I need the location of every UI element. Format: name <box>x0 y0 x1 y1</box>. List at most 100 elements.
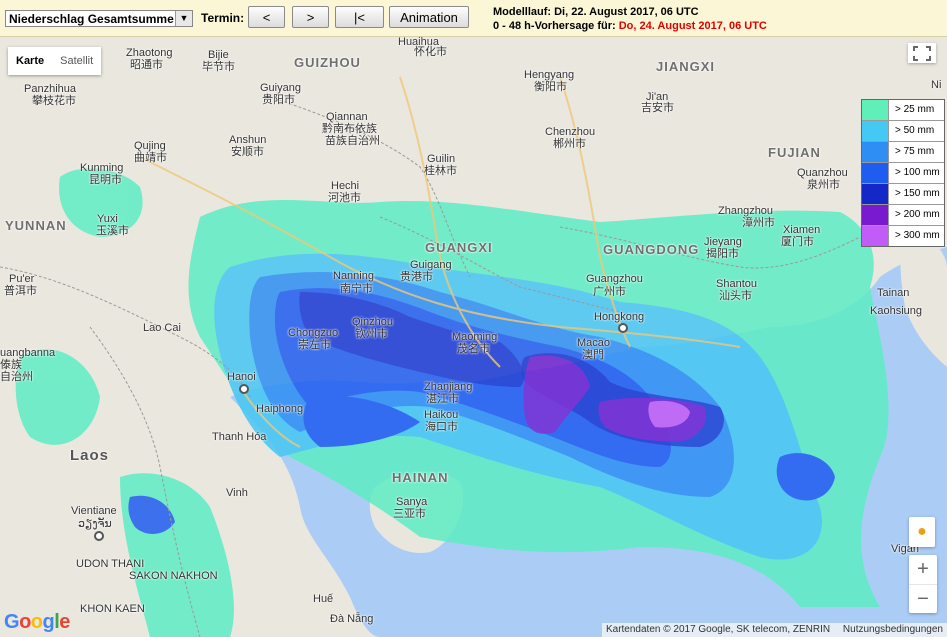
label-jiangxi: JIANGXI <box>656 59 716 74</box>
label-haikou: Haikou <box>424 409 459 421</box>
first-time-button[interactable]: |< <box>335 6 384 28</box>
label-jieyang-cn: 揭阳市 <box>706 248 739 260</box>
legend-label: > 50 mm <box>895 125 935 136</box>
legend-swatch <box>862 121 889 141</box>
label-guiyang-cn: 贵阳市 <box>262 94 295 106</box>
label-vinh: Vinh <box>226 487 248 499</box>
pegman-icon[interactable]: ● <box>909 517 935 547</box>
next-time-button[interactable]: > <box>292 6 329 28</box>
label-quanzhou: Quanzhou <box>797 167 848 179</box>
legend-row: > 25 mm <box>862 100 944 121</box>
label-hengyang: Hengyang <box>524 69 575 81</box>
terms-link[interactable]: Nutzungsbedingungen <box>843 624 943 635</box>
label-panzhihua-cn: 攀枝花市 <box>32 95 76 107</box>
legend-swatch <box>862 205 889 225</box>
label-zhaotong-cn: 昭通市 <box>130 59 163 71</box>
zoom-in-button[interactable]: + <box>909 555 937 585</box>
zoom-control: + − <box>909 555 937 613</box>
fullscreen-button[interactable] <box>908 43 936 63</box>
map-canvas[interactable]: Zhaotong 昭通市 Bijie 毕节市 Huaihua 怀化市 GUIZH… <box>0 37 947 637</box>
forecast-time: Do, 24. August 2017, 06 UTC <box>618 20 767 32</box>
animation-button[interactable]: Animation <box>389 6 469 28</box>
google-logo-text: Google <box>4 611 70 633</box>
label-haikou-cn: 海口市 <box>425 421 458 433</box>
label-hechi-cn: 河池市 <box>328 192 361 204</box>
precip-legend: > 25 mm > 50 mm > 75 mm > 100 mm > 150 mm > 2… <box>861 99 945 247</box>
label-xishuangbanna-cn: 傣族 <box>0 359 22 371</box>
label-xiamen-cn: 厦门市 <box>781 236 814 248</box>
label-laocai: Lao Cai <box>143 322 181 334</box>
label-sanya: Sanya <box>396 496 428 508</box>
label-nanning: Nanning <box>333 270 374 282</box>
label-guangxi: GUANGXI <box>425 240 493 255</box>
label-tainan: Tainan <box>877 287 910 299</box>
legend-swatch <box>862 163 889 183</box>
label-zhangzhou-cn: 漳州市 <box>742 217 775 229</box>
label-zhaotong: Zhaotong <box>126 47 173 59</box>
label-kaohsiung: Kaohsiung <box>870 305 922 317</box>
map-type-satellite-button[interactable]: Satellit <box>52 47 101 75</box>
previous-time-button[interactable]: < <box>248 6 285 28</box>
legend-row: > 50 mm <box>862 121 944 142</box>
label-guigang: Guigang <box>410 259 452 271</box>
label-udonthani: UDON THANI <box>76 558 145 570</box>
fullscreen-icon <box>913 46 931 61</box>
label-quanzhou-cn: 泉州市 <box>807 179 840 191</box>
label-qinzhou-cn: 钦州市 <box>355 328 388 340</box>
label-guilin: Guilin <box>427 153 456 165</box>
label-qujing-cn: 曲靖市 <box>134 152 167 164</box>
label-shantou-cn: 汕头市 <box>719 290 752 302</box>
label-guangzhou-cn: 广州市 <box>593 286 626 298</box>
label-guilin-cn: 桂林市 <box>424 165 457 177</box>
label-hanoi: Hanoi <box>227 371 256 383</box>
hanoi-marker <box>239 384 249 394</box>
label-chenzhou: Chenzhou <box>545 126 596 138</box>
label-anshun: Anshun <box>229 134 267 146</box>
label-qujing: Qujing <box>134 140 166 152</box>
label-hainan: HAINAN <box>392 470 449 485</box>
label-guangzhou: Guangzhou <box>586 273 643 285</box>
chevron-down-icon[interactable]: ▼ <box>175 11 192 26</box>
vientiane-marker <box>94 531 104 541</box>
product-select[interactable]: Niederschlag Gesamtsumme ▼ <box>5 10 193 27</box>
label-maoming-cn: 茂名市 <box>457 343 490 355</box>
label-qiannan-cn2: 苗族自治州 <box>325 135 380 147</box>
legend-row: > 75 mm <box>862 142 944 163</box>
label-anshun-cn: 安顺市 <box>231 146 264 158</box>
label-hongkong: Hongkong <box>594 311 645 323</box>
run-info: Modelllauf: Di, 22. August 2017, 06 UTC … <box>493 5 767 33</box>
label-zhangzhou: Zhangzhou <box>718 205 774 217</box>
label-puer: Pu'er <box>9 273 35 285</box>
label-macao-cn: 澳門 <box>582 349 604 361</box>
legend-row: > 300 mm <box>862 226 944 246</box>
label-vientiane-lo: ວຽງຈັນ <box>78 518 112 530</box>
label-bijie-cn: 毕节市 <box>202 61 235 73</box>
zoom-out-button[interactable]: − <box>909 585 937 614</box>
label-khonkaen: KHON KAEN <box>80 603 145 615</box>
label-kunming: Kunming <box>80 162 124 174</box>
label-yuxi: Yuxi <box>97 213 118 225</box>
label-bijie: Bijie <box>208 49 229 61</box>
label-xishuangbanna-cn2: 自治州 <box>0 371 33 383</box>
google-logo[interactable]: Google <box>4 611 70 634</box>
label-hengyang-cn: 衡阳市 <box>534 81 567 93</box>
label-kunming-cn: 昆明市 <box>89 174 122 186</box>
label-guizhou: GUIZHOU <box>294 55 361 70</box>
legend-swatch <box>862 226 889 246</box>
map-type-karte-button[interactable]: Karte <box>8 47 52 75</box>
label-sanya-cn: 三亚市 <box>393 508 426 520</box>
legend-swatch <box>862 100 889 120</box>
label-macao: Macao <box>577 337 611 349</box>
map-type-control: Karte Satellit <box>8 47 102 75</box>
termin-label: Termin: <box>201 11 245 25</box>
label-qiannan-cn: 黔南布依族 <box>322 123 377 135</box>
label-panzhihua: Panzhihua <box>24 83 76 95</box>
label-laos: Laos <box>70 447 110 464</box>
label-maoming: Maoming <box>452 331 498 343</box>
label-guangdong: GUANGDONG <box>603 242 700 257</box>
map-attribution: Kartendaten © 2017 Google, SK telecom, Z… <box>601 623 947 637</box>
label-qinzhou: Qinzhou <box>352 316 393 328</box>
label-shantou: Shantou <box>716 278 757 290</box>
label-partial-ni: Ni <box>931 79 942 91</box>
label-vientiane: Vientiane <box>71 505 117 517</box>
